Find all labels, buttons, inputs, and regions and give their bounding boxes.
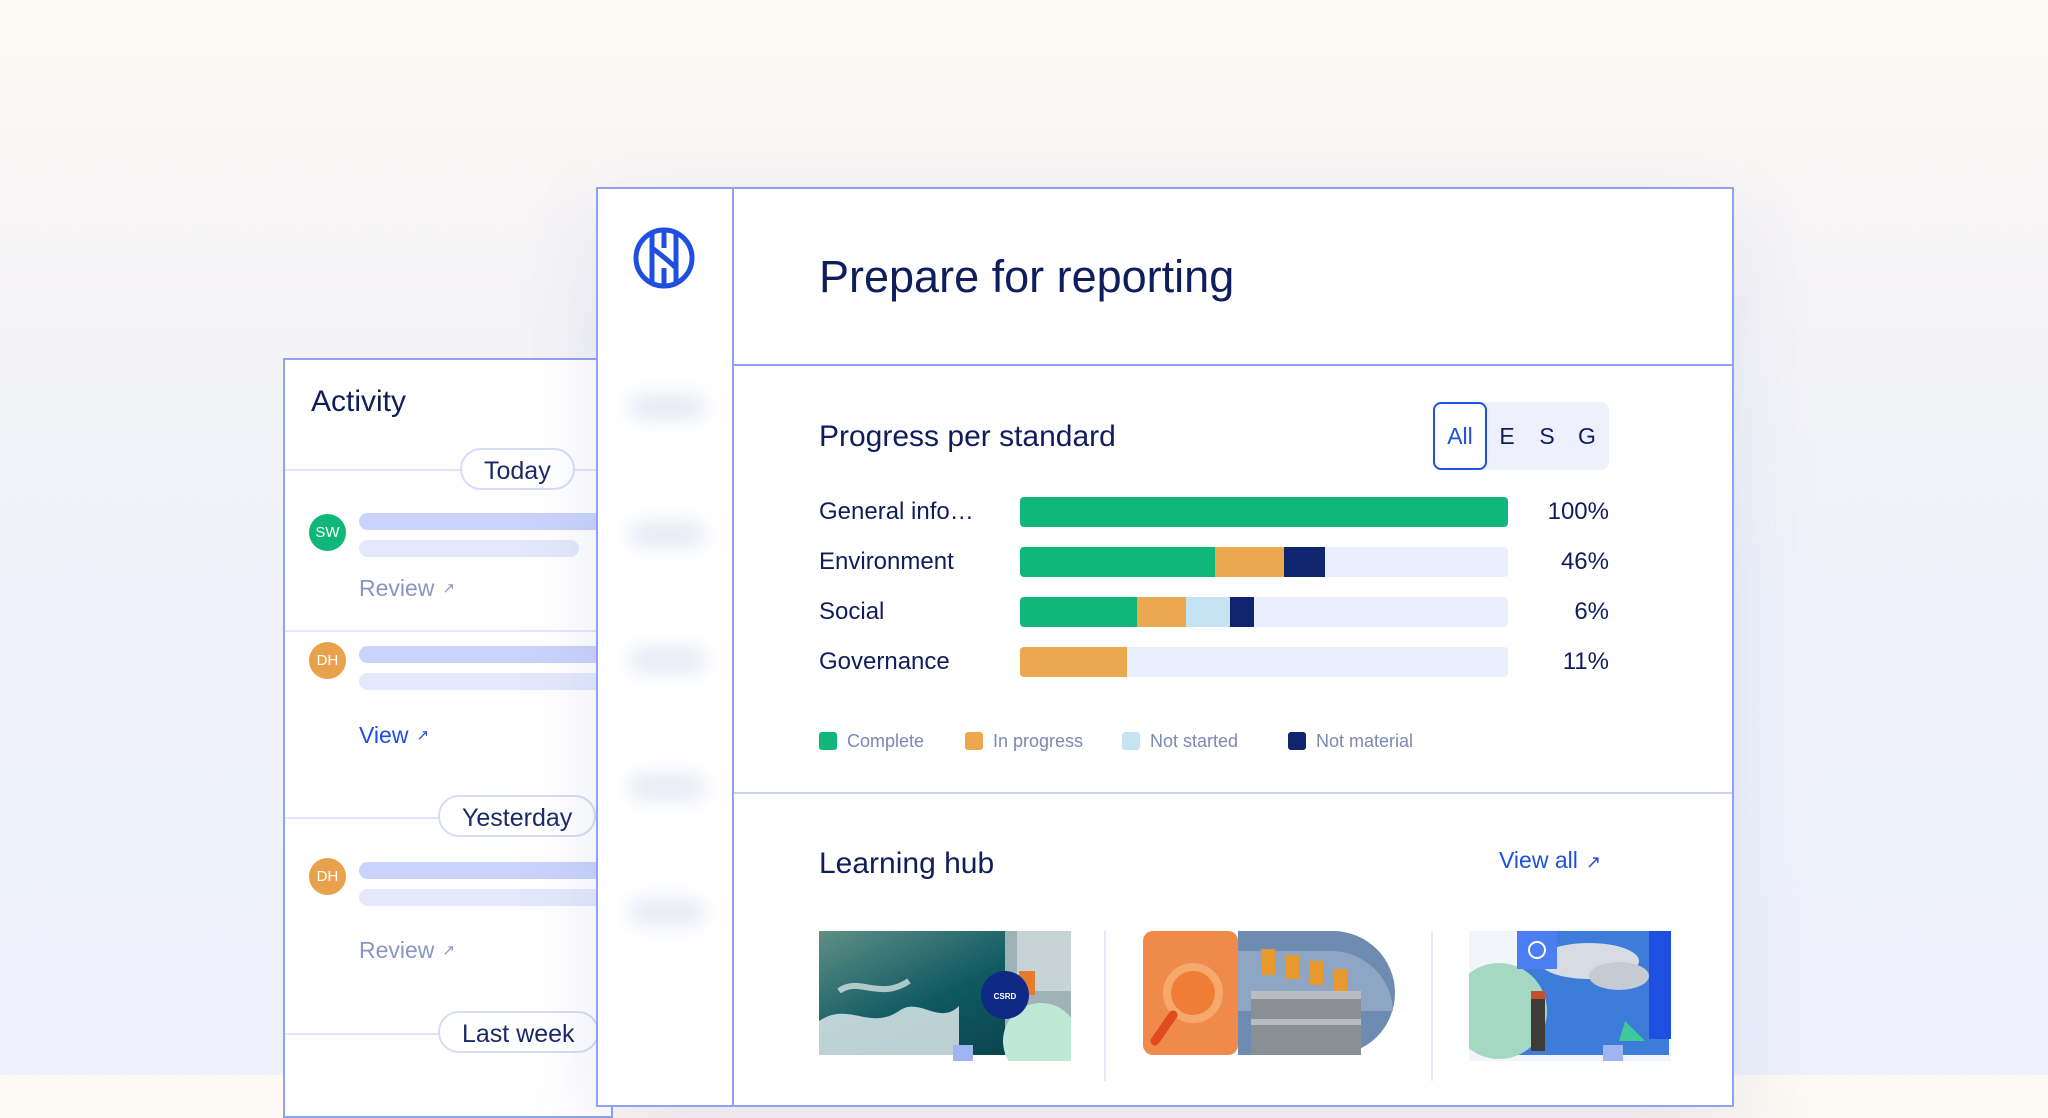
standard-label: Environment	[819, 548, 954, 575]
placeholder-line	[359, 673, 611, 690]
date-pill-yesterday: Yesterday	[438, 795, 597, 837]
standard-label: Social	[819, 598, 885, 625]
csrd-badge: CSRD	[994, 992, 1017, 1001]
legend-label: Complete	[847, 731, 925, 751]
view-link-label: View	[359, 722, 409, 748]
learning-card[interactable]	[1143, 931, 1395, 1061]
tab-g[interactable]: G	[1567, 402, 1607, 470]
progress-bar	[1020, 547, 1508, 577]
legend-swatch	[965, 732, 983, 750]
page-title: Prepare for reporting	[819, 251, 1235, 302]
standard-percent: 100%	[1547, 498, 1609, 525]
progress-bar	[1020, 497, 1508, 527]
arrow-up-right-icon: ↗	[416, 727, 430, 744]
learning-card-csrd[interactable]: CSRD	[819, 931, 1071, 1061]
placeholder-line	[359, 540, 579, 557]
bar-in-progress	[1020, 647, 1128, 677]
standard-label: Governance	[819, 648, 950, 675]
card-divider	[1431, 931, 1433, 1081]
arrow-up-right-icon: ↗	[442, 942, 455, 959]
globe-icon[interactable]	[632, 226, 696, 290]
arrow-up-right-icon: ↗	[1585, 852, 1601, 872]
sidebar	[598, 189, 734, 1105]
sidebar-placeholder	[628, 774, 706, 800]
tab-e[interactable]: E	[1487, 402, 1527, 470]
page-header: Prepare for reporting	[734, 189, 1732, 366]
sidebar-placeholder	[628, 521, 706, 547]
review-link-label: Review	[359, 575, 435, 601]
progress-bar	[1020, 647, 1508, 677]
bar-complete	[1020, 597, 1138, 627]
avatar: SW	[309, 514, 346, 551]
avatar: DH	[309, 858, 346, 895]
item-divider	[285, 630, 611, 632]
learning-hub-section: Learning hub View all ↗ CSRD	[734, 794, 1732, 1105]
view-link[interactable]: View ↗	[359, 722, 429, 749]
date-pill-last-week: Last week	[438, 1011, 599, 1053]
legend-complete: Complete	[819, 731, 924, 752]
standard-percent: 11%	[1562, 648, 1609, 675]
arrow-up-right-icon: ↗	[442, 580, 455, 597]
sidebar-placeholder	[628, 647, 706, 673]
legend-swatch	[819, 732, 837, 750]
placeholder-line	[359, 646, 611, 663]
avatar: DH	[309, 642, 346, 679]
legend-label: In progress	[993, 731, 1084, 751]
standard-label: General info…	[819, 498, 974, 525]
main-content: Prepare for reporting Progress per stand…	[734, 189, 1732, 1105]
placeholder-line	[359, 889, 611, 906]
legend-not-started: Not started	[1122, 731, 1238, 752]
card-divider	[1104, 931, 1106, 1081]
placeholder-line	[359, 862, 611, 879]
legend-label: Not material	[1316, 731, 1414, 751]
standard-percent: 46%	[1560, 548, 1609, 575]
bar-in-progress	[1215, 547, 1284, 577]
review-link[interactable]: Review ↗	[359, 937, 455, 964]
learning-hub-title: Learning hub	[819, 847, 995, 880]
bar-not-material	[1229, 597, 1255, 627]
review-link-label: Review	[359, 937, 435, 963]
bar-in-progress	[1137, 597, 1186, 627]
sidebar-placeholder	[628, 899, 706, 925]
sidebar-placeholder	[628, 394, 706, 420]
view-all-label: View all	[1499, 847, 1578, 873]
placeholder-line	[359, 513, 611, 530]
main-panel: Prepare for reporting Progress per stand…	[596, 187, 1734, 1107]
bar-not-material	[1283, 547, 1325, 577]
esg-tabs: All E S G	[1433, 402, 1609, 470]
progress-section: Progress per standard All E S G General …	[734, 364, 1732, 794]
standard-percent: 6%	[1574, 598, 1609, 625]
review-link[interactable]: Review ↗	[359, 575, 455, 602]
legend-label: Not started	[1150, 731, 1239, 751]
legend-in-progress: In progress	[965, 731, 1083, 752]
bar-complete	[1020, 497, 1508, 527]
activity-panel: Activity Today SW Review ↗ DH View ↗ Yeste…	[283, 358, 613, 1118]
progress-bar	[1020, 597, 1508, 627]
activity-title: Activity	[311, 385, 407, 418]
learning-card[interactable]	[1469, 931, 1671, 1061]
date-pill-today: Today	[460, 448, 575, 490]
legend-not-material: Not material	[1288, 731, 1413, 752]
view-all-link[interactable]: View all ↗	[1499, 847, 1601, 874]
legend-swatch	[1288, 732, 1306, 750]
bar-complete	[1020, 547, 1216, 577]
legend-swatch	[1122, 732, 1140, 750]
progress-title: Progress per standard	[819, 420, 1116, 453]
bar-not-started	[1185, 597, 1230, 627]
tab-s[interactable]: S	[1527, 402, 1567, 470]
tab-all[interactable]: All	[1433, 402, 1487, 470]
